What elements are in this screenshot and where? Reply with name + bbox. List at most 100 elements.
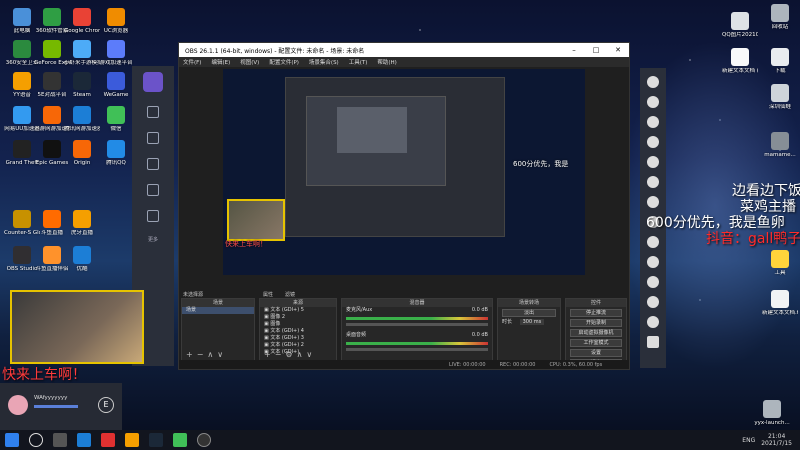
desktop-icon[interactable]: Steam bbox=[64, 72, 100, 99]
transitions-header: 场景转场 bbox=[498, 299, 560, 307]
search-icon[interactable] bbox=[29, 433, 43, 447]
mixer-slider-1[interactable] bbox=[346, 323, 488, 326]
menu-item[interactable]: 工具(T) bbox=[349, 58, 368, 66]
app-icon bbox=[73, 140, 91, 158]
scenes-header: 场景 bbox=[182, 299, 254, 307]
desktop-icon[interactable]: mamame... bbox=[762, 132, 798, 159]
desktop-icon[interactable]: 腾讯网游加速器 bbox=[64, 106, 100, 133]
desktop-icon[interactable]: 小虾米手游模拟器 bbox=[64, 40, 100, 67]
source-item[interactable]: ▣ 文本 (GDI+) 4 bbox=[260, 328, 336, 335]
viewer-avatar[interactable] bbox=[647, 156, 659, 168]
control-button[interactable]: 开始录制 bbox=[570, 319, 622, 327]
viewer-avatar[interactable] bbox=[647, 296, 659, 308]
obs-preview-canvas[interactable]: 600分优先，我是 快来上车啊！ bbox=[223, 69, 585, 275]
profile-badge[interactable]: E bbox=[98, 397, 114, 413]
app-icon bbox=[73, 40, 91, 58]
app-icon bbox=[73, 8, 91, 26]
desktop-icon[interactable]: 游戏加速平台 bbox=[98, 40, 134, 67]
viewer-avatar[interactable] bbox=[647, 96, 659, 108]
menu-item[interactable]: 文件(F) bbox=[183, 58, 201, 66]
windows-start-icon[interactable] bbox=[5, 433, 19, 447]
obs-taskbar-icon[interactable] bbox=[197, 433, 211, 447]
avatar[interactable] bbox=[8, 395, 28, 415]
desktop-icon[interactable]: 新建文本文档 (2) bbox=[722, 48, 758, 75]
desktop-icon[interactable]: 深圳仙蛙 bbox=[762, 84, 798, 111]
desktop-icon[interactable]: 微信 bbox=[98, 106, 134, 133]
viewer-avatar[interactable] bbox=[647, 136, 659, 148]
scene-item[interactable]: 场景 bbox=[182, 307, 254, 314]
menu-item[interactable]: 编辑(E) bbox=[211, 58, 230, 66]
wechat-icon[interactable] bbox=[173, 433, 187, 447]
menu-item[interactable]: 帮助(H) bbox=[377, 58, 396, 66]
close-icon[interactable]: ✕ bbox=[607, 46, 629, 54]
viewer-avatar[interactable] bbox=[647, 176, 659, 188]
desktop-icon[interactable]: WeGame bbox=[98, 72, 134, 99]
camera-icon[interactable] bbox=[147, 106, 159, 118]
file-icon bbox=[771, 132, 789, 150]
viewer-avatar[interactable] bbox=[647, 116, 659, 128]
scene-controls[interactable]: +−∧∨ bbox=[186, 350, 227, 359]
desktop-icon[interactable]: Origin bbox=[64, 140, 100, 167]
chat-icon[interactable] bbox=[647, 336, 659, 348]
file-icon bbox=[771, 4, 789, 22]
task-view-icon[interactable] bbox=[53, 433, 67, 447]
desktop-icon-label: 工具 bbox=[774, 270, 786, 276]
minimize-icon[interactable]: – bbox=[563, 46, 585, 54]
desktop-icon[interactable]: 回收站 bbox=[762, 4, 798, 31]
lang-indicator[interactable]: ENG bbox=[742, 437, 755, 444]
viewer-avatar[interactable] bbox=[647, 276, 659, 288]
helper-logo[interactable] bbox=[143, 72, 163, 92]
viewer-avatar[interactable] bbox=[647, 236, 659, 248]
transition-select[interactable]: 淡出 bbox=[502, 309, 556, 317]
source-item[interactable]: ▣ 文本 (GDI+) 5 bbox=[260, 307, 336, 314]
preview-nested-window bbox=[285, 77, 505, 237]
desktop-icon[interactable]: Google Chrome bbox=[64, 8, 100, 35]
desktop-icon[interactable]: yyx-launch... bbox=[754, 400, 790, 427]
source-item[interactable]: ▣ 图像 bbox=[260, 321, 336, 328]
taskbar: ENG 21:04 2021/7/15 bbox=[0, 430, 800, 450]
viewer-avatar[interactable] bbox=[647, 316, 659, 328]
app-icon[interactable] bbox=[101, 433, 115, 447]
wifi-icon[interactable] bbox=[147, 210, 159, 222]
maximize-icon[interactable]: □ bbox=[585, 46, 607, 54]
duration-input[interactable]: 300 ms bbox=[519, 319, 545, 325]
desktop-icon[interactable]: 工具 bbox=[762, 250, 798, 277]
edge-icon[interactable] bbox=[77, 433, 91, 447]
control-button[interactable]: 启动虚拟摄像机 bbox=[570, 329, 622, 337]
menu-item[interactable]: 配置文件(P) bbox=[269, 58, 299, 66]
desktop-icon[interactable]: 下载 bbox=[762, 48, 798, 75]
transitions-panel: 场景转场 淡出 时长 300 ms bbox=[497, 298, 561, 362]
clock[interactable]: 21:04 2021/7/15 bbox=[761, 433, 792, 447]
explorer-icon[interactable] bbox=[125, 433, 139, 447]
control-button[interactable]: 设置 bbox=[570, 349, 622, 357]
desktop-icon[interactable]: 优酷 bbox=[64, 246, 100, 273]
source-item[interactable]: ▣ 文本 (GDI+) 2 bbox=[260, 342, 336, 349]
control-button[interactable]: 停止推流 bbox=[570, 309, 622, 317]
desktop-icon[interactable]: UC浏览器 bbox=[98, 8, 134, 35]
desktop-icon[interactable]: QQ图片20210712... bbox=[722, 12, 758, 39]
app-icon bbox=[13, 246, 31, 264]
obs-titlebar[interactable]: OBS 26.1.1 (64-bit, windows) - 配置文件: 未命名… bbox=[179, 43, 629, 57]
viewer-avatar[interactable] bbox=[647, 256, 659, 268]
app-icon bbox=[13, 106, 31, 124]
filters-tab[interactable]: 滤镜 bbox=[285, 291, 295, 298]
steam-icon[interactable] bbox=[149, 433, 163, 447]
mixer-slider-2[interactable] bbox=[346, 348, 488, 351]
gift-icon[interactable] bbox=[147, 158, 159, 170]
source-item[interactable]: ▣ 图像 2 bbox=[260, 314, 336, 321]
menu-item[interactable]: 场景集合(S) bbox=[309, 58, 339, 66]
chart-icon[interactable] bbox=[147, 184, 159, 196]
desktop-icon[interactable]: 虎牙直播 bbox=[64, 210, 100, 237]
viewer-avatar[interactable] bbox=[647, 76, 659, 88]
desktop-icon[interactable]: 腾讯QQ bbox=[98, 140, 134, 167]
viewer-avatar[interactable] bbox=[647, 196, 659, 208]
mixer-track-1: 麦克风/Aux 0.0 dB bbox=[346, 307, 488, 313]
source-item[interactable]: ▣ 文本 (GDI+) 3 bbox=[260, 335, 336, 342]
desktop-icon[interactable]: 新建文本文档.txt bbox=[762, 290, 798, 317]
scene-icon[interactable] bbox=[147, 132, 159, 144]
properties-tab[interactable]: 属性 bbox=[263, 291, 273, 298]
menu-item[interactable]: 视图(V) bbox=[240, 58, 259, 66]
source-controls[interactable]: +−⚙∧∨ bbox=[264, 350, 316, 359]
control-button[interactable]: 工作室模式 bbox=[570, 339, 622, 347]
mixer-meter-1 bbox=[346, 317, 488, 320]
